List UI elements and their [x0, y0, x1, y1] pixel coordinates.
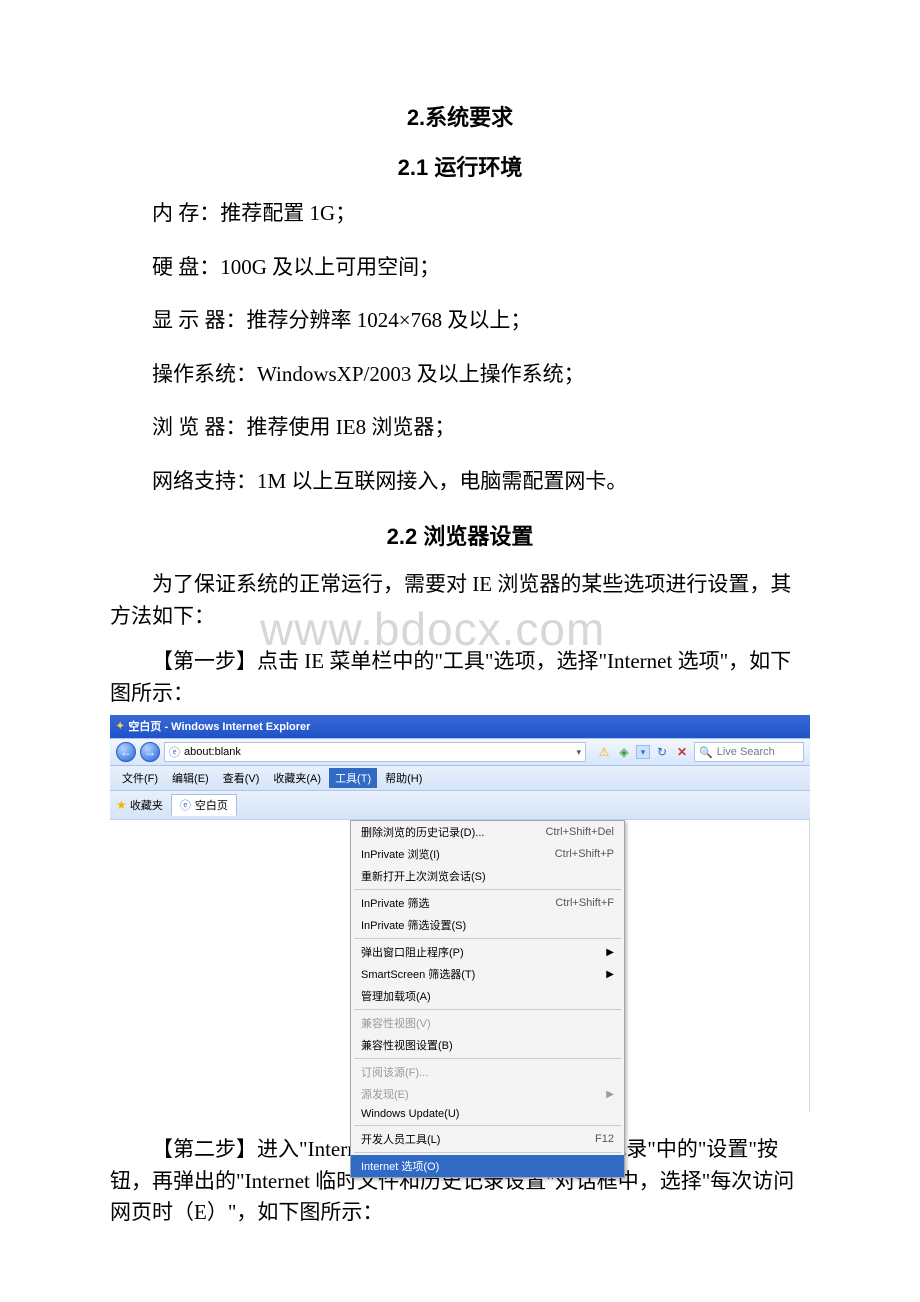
forward-button[interactable]: →	[140, 742, 160, 762]
ie-favorite-icon: ✦	[116, 721, 124, 732]
menu-separator	[354, 1152, 621, 1153]
menu-file[interactable]: 文件(F)	[116, 768, 164, 788]
menuitem-internet-options[interactable]: Internet 选项(O)	[351, 1155, 624, 1177]
section-title-2-2: 2.2 浏览器设置	[110, 519, 810, 551]
address-bar[interactable]: ⓔ about:blank ▾	[164, 742, 586, 762]
menuitem-label: 重新打开上次浏览会话(S)	[361, 868, 614, 884]
browser-tab[interactable]: ⓔ 空白页	[171, 794, 237, 816]
menuitem-shortcut: Ctrl+Shift+P	[531, 848, 614, 860]
menuitem-inprivate-filter-settings[interactable]: InPrivate 筛选设置(S)	[351, 914, 624, 936]
menuitem-subscribe-feed: 订阅该源(F)...	[351, 1061, 624, 1083]
tab-page-icon: ⓔ	[180, 797, 191, 813]
page-icon: ⓔ	[169, 744, 180, 760]
section-title-2: 2.系统要求	[110, 100, 810, 132]
step1-text: 【第一步】点击 IE 菜单栏中的"工具"选项，选择"Internet 选项"，如…	[110, 646, 810, 709]
menu-separator	[354, 889, 621, 890]
ie-window: ✦ 空白页 - Windows Internet Explorer ← → ⓔ …	[110, 715, 810, 1112]
menuitem-label: InPrivate 浏览(I)	[361, 846, 531, 862]
menuitem-label: Windows Update(U)	[361, 1108, 614, 1120]
ie-favorites-bar: ★ 收藏夹 ⓔ 空白页	[110, 791, 810, 820]
para-2-2-intro: 为了保证系统的正常运行，需要对 IE 浏览器的某些选项进行设置，其方法如下：	[110, 569, 810, 632]
menu-separator	[354, 938, 621, 939]
dropdown-icon[interactable]: ▾	[636, 745, 650, 759]
menu-edit[interactable]: 编辑(E)	[166, 768, 215, 788]
menuitem-shortcut: F12	[571, 1133, 614, 1145]
shield-icon[interactable]: ◈	[616, 744, 632, 760]
menuitem-inprivate-browse[interactable]: InPrivate 浏览(I) Ctrl+Shift+P	[351, 843, 624, 865]
back-button[interactable]: ←	[116, 742, 136, 762]
menuitem-compat-view-settings[interactable]: 兼容性视图设置(B)	[351, 1034, 624, 1056]
menuitem-label: 兼容性视图设置(B)	[361, 1037, 614, 1053]
search-box[interactable]: 🔍 Live Search	[694, 742, 804, 762]
menu-tools[interactable]: 工具(T)	[329, 768, 377, 788]
arrow-left-icon: ←	[120, 745, 132, 759]
search-placeholder: Live Search	[717, 746, 775, 758]
ie-title-text: 空白页 - Windows Internet Explorer	[128, 718, 310, 734]
menuitem-windows-update[interactable]: Windows Update(U)	[351, 1105, 624, 1123]
menu-help[interactable]: 帮助(H)	[379, 768, 428, 788]
warning-icon[interactable]: ⚠	[596, 744, 612, 760]
spec-os: 操作系统：WindowsXP/2003 及以上操作系统；	[110, 359, 810, 391]
menuitem-label: 源发现(E)	[361, 1086, 606, 1102]
spec-display: 显 示 器：推荐分辨率 1024×768 及以上；	[110, 305, 810, 337]
spec-browser: 浏 览 器：推荐使用 IE8 浏览器；	[110, 412, 810, 444]
favorites-label: 收藏夹	[130, 800, 163, 812]
navbar-right-icons: ⚠ ◈ ▾ ↻ ✕ 🔍 Live Search	[596, 742, 804, 762]
star-icon: ★	[116, 798, 127, 812]
tools-dropdown-menu: 删除浏览的历史记录(D)... Ctrl+Shift+Del InPrivate…	[350, 820, 625, 1178]
favorites-button[interactable]: ★ 收藏夹	[116, 797, 163, 813]
menuitem-compat-view: 兼容性视图(V)	[351, 1012, 624, 1034]
menuitem-feed-discovery: 源发现(E) ▶	[351, 1083, 624, 1105]
menuitem-label: 删除浏览的历史记录(D)...	[361, 824, 522, 840]
menuitem-dev-tools[interactable]: 开发人员工具(L) F12	[351, 1128, 624, 1150]
menuitem-shortcut: Ctrl+Shift+F	[531, 897, 614, 909]
menuitem-shortcut: Ctrl+Shift+Del	[522, 826, 614, 838]
spec-memory: 内 存：推荐配置 1G；	[110, 198, 810, 230]
menu-view[interactable]: 查看(V)	[217, 768, 266, 788]
menuitem-label: 开发人员工具(L)	[361, 1131, 571, 1147]
address-bar-text: about:blank	[184, 746, 241, 758]
ie-navbar: ← → ⓔ about:blank ▾ ⚠ ◈ ▾ ↻ ✕ 🔍 Live Sea…	[110, 738, 810, 766]
menuitem-label: 弹出窗口阻止程序(P)	[361, 944, 606, 960]
spec-disk: 硬 盘：100G 及以上可用空间；	[110, 252, 810, 284]
spec-network: 网络支持：1M 以上互联网接入，电脑需配置网卡。	[110, 466, 810, 498]
arrow-right-icon: →	[144, 745, 156, 759]
refresh-icon[interactable]: ↻	[654, 744, 670, 760]
menuitem-label: 订阅该源(F)...	[361, 1064, 614, 1080]
address-dropdown-icon[interactable]: ▾	[572, 747, 581, 758]
menu-separator	[354, 1058, 621, 1059]
menuitem-label: InPrivate 筛选	[361, 895, 531, 911]
menuitem-inprivate-filter[interactable]: InPrivate 筛选 Ctrl+Shift+F	[351, 892, 624, 914]
menuitem-label: 管理加载项(A)	[361, 988, 614, 1004]
stop-icon[interactable]: ✕	[674, 744, 690, 760]
menuitem-addons[interactable]: 管理加载项(A)	[351, 985, 624, 1007]
menuitem-label: InPrivate 筛选设置(S)	[361, 917, 614, 933]
tab-label: 空白页	[195, 797, 228, 813]
ie-menubar: 文件(F) 编辑(E) 查看(V) 收藏夹(A) 工具(T) 帮助(H)	[110, 766, 810, 791]
menu-separator	[354, 1009, 621, 1010]
menu-favorites[interactable]: 收藏夹(A)	[267, 768, 327, 788]
menuitem-popup-blocker[interactable]: 弹出窗口阻止程序(P) ▶	[351, 941, 624, 963]
menuitem-label: 兼容性视图(V)	[361, 1015, 614, 1031]
menu-separator	[354, 1125, 621, 1126]
ie-titlebar: ✦ 空白页 - Windows Internet Explorer	[110, 715, 810, 738]
ie-body: 删除浏览的历史记录(D)... Ctrl+Shift+Del InPrivate…	[110, 820, 810, 1112]
menuitem-label: SmartScreen 筛选器(T)	[361, 966, 606, 982]
section-title-2-1: 2.1 运行环境	[110, 150, 810, 182]
search-icon: 🔍	[699, 746, 713, 759]
menuitem-smartscreen[interactable]: SmartScreen 筛选器(T) ▶	[351, 963, 624, 985]
menuitem-label: Internet 选项(O)	[361, 1158, 614, 1174]
submenu-arrow-icon: ▶	[606, 947, 614, 958]
submenu-arrow-icon: ▶	[606, 969, 614, 980]
menuitem-delete-history[interactable]: 删除浏览的历史记录(D)... Ctrl+Shift+Del	[351, 821, 624, 843]
submenu-arrow-icon: ▶	[606, 1089, 614, 1100]
menuitem-reopen-last[interactable]: 重新打开上次浏览会话(S)	[351, 865, 624, 887]
